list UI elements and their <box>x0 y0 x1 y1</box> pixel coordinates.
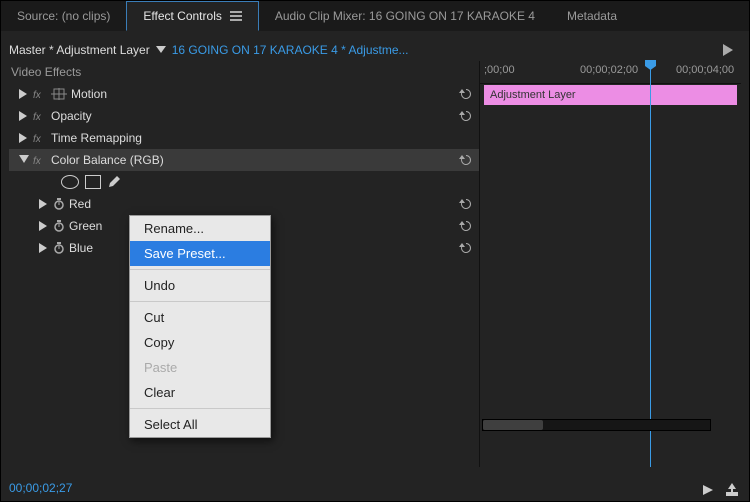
ruler-tick: 00;00;04;00 <box>676 64 734 76</box>
tab-metadata[interactable]: Metadata <box>551 1 633 31</box>
svg-text:fx: fx <box>33 112 42 122</box>
twirl-icon[interactable] <box>39 221 49 231</box>
transform-icon <box>51 88 67 100</box>
tab-effect-controls[interactable]: Effect Controls <box>126 1 258 31</box>
ctx-undo[interactable]: Undo <box>130 273 270 298</box>
twirl-icon[interactable] <box>19 133 29 143</box>
ctx-separator <box>130 408 270 409</box>
tab-source[interactable]: Source: (no clips) <box>1 1 126 31</box>
blue-label: Blue <box>69 241 93 255</box>
play-icon[interactable] <box>723 44 733 56</box>
svg-text:fx: fx <box>33 90 42 100</box>
timeline-pane: ;00;00 00;00;02;00 00;00;04;00 Adjustmen… <box>479 61 741 467</box>
stopwatch-icon[interactable] <box>53 220 65 232</box>
split: Video Effects fx Motion fx Opacity <box>9 61 741 467</box>
timeline-scrollbar[interactable] <box>482 419 711 431</box>
ctx-paste: Paste <box>130 355 270 380</box>
green-label: Green <box>69 219 102 233</box>
clip-bar-label: Adjustment Layer <box>490 89 576 101</box>
video-effects-header: Video Effects <box>9 61 479 83</box>
reset-icon[interactable] <box>459 241 473 255</box>
time-ruler[interactable]: ;00;00 00;00;02;00 00;00;04;00 <box>480 61 741 84</box>
effect-row-opacity[interactable]: fx Opacity <box>9 105 479 127</box>
ctx-copy[interactable]: Copy <box>130 330 270 355</box>
play-only-icon[interactable] <box>701 483 715 497</box>
motion-label: Motion <box>71 87 107 101</box>
ctx-clear-label: Clear <box>144 385 175 400</box>
red-label: Red <box>69 197 91 211</box>
reset-icon[interactable] <box>459 153 473 167</box>
reset-icon[interactable] <box>459 109 473 123</box>
panel-tabbar: Source: (no clips) Effect Controls Audio… <box>1 1 749 32</box>
svg-text:fx: fx <box>33 156 42 166</box>
twirl-icon[interactable] <box>39 243 49 253</box>
timecode-value: 00;00;02;27 <box>9 481 72 495</box>
stopwatch-icon[interactable] <box>53 242 65 254</box>
mask-shape-row <box>9 171 479 193</box>
export-icon[interactable] <box>725 483 739 497</box>
reset-icon[interactable] <box>459 197 473 211</box>
param-row-red[interactable]: Red <box>9 193 479 215</box>
ctx-undo-label: Undo <box>144 278 175 293</box>
twirl-icon[interactable] <box>39 199 49 209</box>
ctx-cut[interactable]: Cut <box>130 305 270 330</box>
svg-text:fx: fx <box>33 134 42 144</box>
ctx-clear[interactable]: Clear <box>130 380 270 405</box>
context-menu: Rename... Save Preset... Undo Cut Copy P… <box>129 215 271 438</box>
clip-name: 16 GOING ON 17 KARAOKE 4 * Adjustme... <box>172 43 409 57</box>
effect-row-motion[interactable]: fx Motion <box>9 83 479 105</box>
footer-icons <box>701 483 739 497</box>
ctx-rename-label: Rename... <box>144 221 204 236</box>
ctx-copy-label: Copy <box>144 335 174 350</box>
current-timecode[interactable]: 00;00;02;27 <box>9 481 72 495</box>
fx-icon[interactable]: fx <box>33 155 47 166</box>
effect-row-color-balance[interactable]: fx Color Balance (RGB) <box>9 149 479 171</box>
reset-icon[interactable] <box>459 87 473 101</box>
clip-header: Master * Adjustment Layer 16 GOING ON 17… <box>9 39 741 61</box>
color-balance-label: Color Balance (RGB) <box>51 153 164 167</box>
ctx-paste-label: Paste <box>144 360 177 375</box>
twirl-icon[interactable] <box>19 111 29 121</box>
scrollbar-thumb[interactable] <box>483 420 543 430</box>
fx-icon[interactable]: fx <box>33 89 47 100</box>
playhead[interactable] <box>650 61 651 467</box>
stopwatch-icon[interactable] <box>53 198 65 210</box>
fx-icon[interactable]: fx <box>33 111 47 122</box>
ruler-tick: ;00;00 <box>484 64 515 76</box>
rect-mask-icon[interactable] <box>85 175 101 189</box>
time-remapping-label: Time Remapping <box>51 131 142 145</box>
ctx-select-all[interactable]: Select All <box>130 412 270 437</box>
ruler-tick: 00;00;02;00 <box>580 64 638 76</box>
master-label: Master * Adjustment Layer <box>9 43 150 57</box>
effect-row-time-remapping[interactable]: fx Time Remapping <box>9 127 479 149</box>
ctx-select-all-label: Select All <box>144 417 197 432</box>
tab-source-label: Source: (no clips) <box>17 9 110 23</box>
twirl-down-icon[interactable] <box>19 155 29 165</box>
opacity-label: Opacity <box>51 109 92 123</box>
fx-icon[interactable]: fx <box>33 133 47 144</box>
app-frame: Source: (no clips) Effect Controls Audio… <box>0 0 750 502</box>
clip-bar[interactable]: Adjustment Layer <box>484 85 737 105</box>
ellipse-mask-icon[interactable] <box>61 175 79 189</box>
effect-controls-panel: Master * Adjustment Layer 16 GOING ON 17… <box>1 31 749 501</box>
video-effects-label: Video Effects <box>11 65 81 79</box>
ctx-cut-label: Cut <box>144 310 164 325</box>
tab-audio-mixer[interactable]: Audio Clip Mixer: 16 GOING ON 17 KARAOKE… <box>259 1 551 31</box>
master-dropdown-icon[interactable] <box>156 46 166 54</box>
tab-audio-mixer-label: Audio Clip Mixer: 16 GOING ON 17 KARAOKE… <box>275 9 535 23</box>
ctx-save-preset[interactable]: Save Preset... <box>130 241 270 266</box>
tab-effect-controls-label: Effect Controls <box>143 9 221 23</box>
ctx-separator <box>130 269 270 270</box>
ctx-separator <box>130 301 270 302</box>
twirl-icon[interactable] <box>19 89 29 99</box>
panel-menu-icon[interactable] <box>230 11 242 21</box>
tab-metadata-label: Metadata <box>567 9 617 23</box>
reset-icon[interactable] <box>459 219 473 233</box>
ctx-save-preset-label: Save Preset... <box>144 246 226 261</box>
ctx-rename[interactable]: Rename... <box>130 216 270 241</box>
pen-mask-icon[interactable] <box>107 175 121 189</box>
